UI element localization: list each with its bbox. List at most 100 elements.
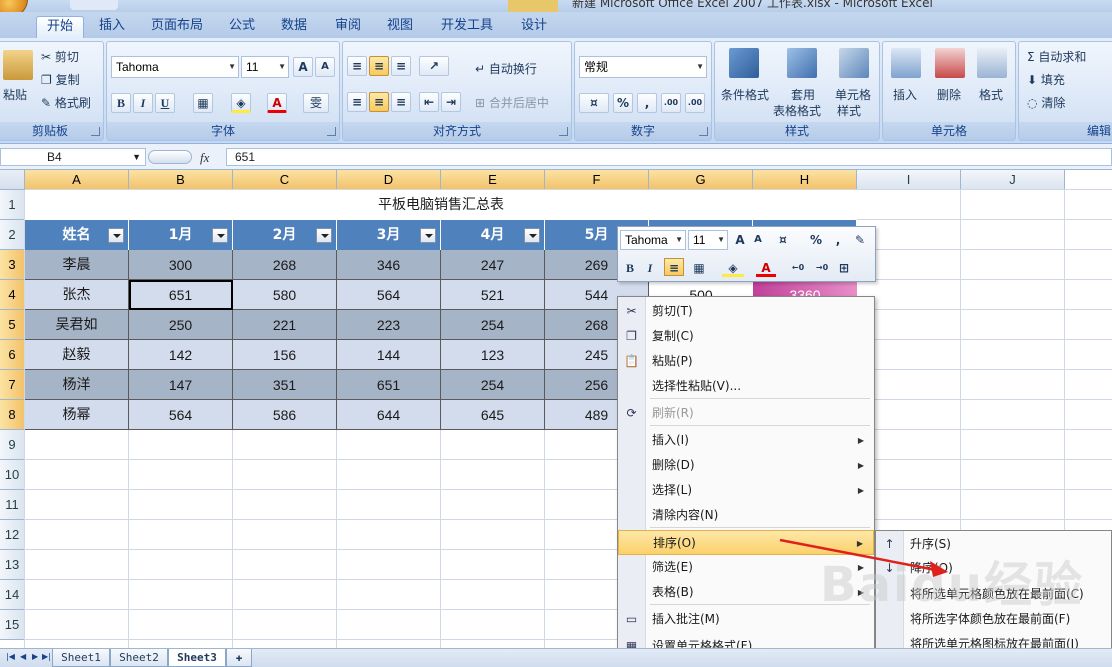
column-header-i[interactable]: I [857, 170, 961, 190]
mini-center-align-icon[interactable]: ≡ [664, 258, 684, 276]
row-header-7[interactable]: 7 [0, 370, 25, 400]
sheet-title-cell[interactable]: 平板电脑销售汇总表 [25, 190, 857, 220]
row-header-8[interactable]: 8 [0, 400, 25, 430]
name-cell[interactable]: 杨洋 [25, 370, 129, 400]
cell-styles-icon[interactable] [839, 48, 869, 78]
sheet-tab-2[interactable]: Sheet2 [110, 649, 168, 667]
value-cell[interactable]: 564 [129, 400, 233, 430]
mini-bold-button[interactable]: B [622, 259, 638, 277]
row-header-4[interactable]: 4 [0, 280, 25, 310]
prev-sheet-icon[interactable]: ◀ [20, 652, 26, 661]
format-cells-button[interactable]: 格式 [979, 86, 1003, 103]
shrink-font-button[interactable]: A [315, 57, 335, 77]
grow-font-button[interactable]: A [293, 57, 313, 77]
filter-dropdown-icon[interactable] [524, 228, 540, 243]
align-center-button[interactable]: ≡ [369, 92, 389, 112]
mini-shrink-font-icon[interactable]: A [750, 231, 766, 249]
table-format-icon[interactable] [787, 48, 817, 78]
mini-currency-icon[interactable]: ¤ [772, 231, 794, 249]
font-size-combo[interactable]: 11 ▼ [241, 56, 289, 78]
alignment-launcher[interactable] [559, 127, 568, 136]
insert-cells-button[interactable]: 插入 [893, 86, 917, 103]
mini-comma-button[interactable]: , [832, 231, 844, 249]
row-header-12[interactable]: 12 [0, 520, 25, 550]
value-cell[interactable]: 586 [233, 400, 337, 430]
table-header-cell[interactable]: 4月 [441, 220, 545, 250]
sort-submenu-item[interactable]: ↑ 升序(S) [876, 532, 1111, 557]
sort-submenu-item[interactable]: 将所选单元格颜色放在最前面(C) [876, 582, 1111, 607]
table-header-cell[interactable]: 姓名 [25, 220, 129, 250]
value-cell[interactable]: 221 [233, 310, 337, 340]
merge-center-button[interactable]: ⊞ 合并后居中 [475, 94, 549, 111]
filter-dropdown-icon[interactable] [420, 228, 436, 243]
context-menu-item[interactable]: 📋 粘贴(P) [618, 349, 874, 374]
mini-italic-button[interactable]: I [642, 259, 658, 277]
name-cell[interactable]: 吴君如 [25, 310, 129, 340]
column-header-b[interactable]: B [129, 170, 233, 190]
select-all-corner[interactable] [0, 170, 25, 190]
phonetic-button[interactable]: 雯 [303, 93, 329, 113]
context-menu-item[interactable]: ❐ 复制(C) [618, 324, 874, 349]
insert-sheet-icon[interactable]: ✚ [226, 649, 252, 667]
align-left-button[interactable]: ≡ [347, 92, 367, 112]
context-menu-item[interactable]: 清除内容(N) [618, 503, 874, 528]
align-middle-button[interactable]: ≡ [369, 56, 389, 76]
context-menu-item[interactable]: 筛选(E) ▶ [618, 555, 874, 580]
context-menu-item[interactable]: 表格(B) ▶ [618, 580, 874, 605]
font-name-combo[interactable]: Tahoma ▼ [111, 56, 239, 78]
fill-color-button[interactable]: ◈ [231, 93, 251, 113]
mini-increase-decimal-icon[interactable]: ←0 [788, 259, 808, 277]
value-cell[interactable]: 268 [233, 250, 337, 280]
context-menu-item[interactable]: ▭ 插入批注(M) [618, 607, 874, 632]
tab-formulas[interactable]: 公式 [220, 16, 264, 38]
table-header-cell[interactable]: 2月 [233, 220, 337, 250]
copy-button[interactable]: ❐ 复制 [41, 71, 80, 88]
value-cell[interactable]: 254 [441, 310, 545, 340]
next-sheet-icon[interactable]: ▶ [32, 652, 38, 661]
value-cell[interactable]: 300 [129, 250, 233, 280]
fill-button[interactable]: ⬇ 填充 [1027, 71, 1065, 88]
column-header-j[interactable]: J [961, 170, 1065, 190]
formula-input[interactable]: 651 [226, 148, 1112, 166]
row-header-10[interactable]: 10 [0, 460, 25, 490]
column-header-c[interactable]: C [233, 170, 337, 190]
value-cell[interactable]: 521 [441, 280, 545, 310]
mini-grow-font-icon[interactable]: A [732, 231, 748, 249]
value-cell[interactable]: 651 [337, 370, 441, 400]
borders-button[interactable]: ▦ [193, 93, 213, 113]
comma-button[interactable]: , [637, 93, 657, 113]
row-header-11[interactable]: 11 [0, 490, 25, 520]
decrease-indent-button[interactable]: ⇤ [419, 92, 439, 112]
tab-insert[interactable]: 插入 [90, 16, 134, 38]
sheet-tab-1[interactable]: Sheet1 [52, 649, 110, 667]
value-cell[interactable]: 651 [129, 280, 233, 310]
row-header-1[interactable]: 1 [0, 190, 25, 220]
mini-border-icon[interactable]: ▦ [688, 259, 710, 277]
autosum-button[interactable]: Σ 自动求和 [1027, 48, 1086, 65]
column-header-h[interactable]: H [753, 170, 857, 190]
quick-access-toolbar[interactable] [70, 0, 118, 10]
row-header-14[interactable]: 14 [0, 580, 25, 610]
tab-design[interactable]: 设计 [512, 16, 556, 38]
value-cell[interactable]: 346 [337, 250, 441, 280]
cell-styles-button-1[interactable]: 单元格 [835, 86, 871, 103]
cut-button[interactable]: ✂ 剪切 [41, 48, 79, 65]
mini-size-combo[interactable]: 11 ▼ [688, 230, 728, 250]
paste-icon[interactable] [3, 50, 33, 80]
mini-percent-button[interactable]: % [808, 231, 824, 249]
tab-review[interactable]: 审阅 [326, 16, 370, 38]
formula-bar-resize-handle[interactable] [148, 150, 192, 164]
value-cell[interactable]: 144 [337, 340, 441, 370]
format-cells-icon[interactable] [977, 48, 1007, 78]
table-header-cell[interactable]: 1月 [129, 220, 233, 250]
context-menu-item[interactable]: 排序(O) ▶ [618, 530, 874, 555]
context-menu-item[interactable]: 插入(I) ▶ [618, 428, 874, 453]
office-button[interactable] [0, 0, 28, 12]
decrease-decimal-button[interactable]: .00 [685, 93, 705, 113]
sheet-tab-3[interactable]: Sheet3 [168, 649, 226, 667]
sort-submenu-item[interactable]: ↓ 降序(O) [876, 556, 1111, 581]
name-cell[interactable]: 杨幂 [25, 400, 129, 430]
underline-button[interactable]: U [155, 93, 175, 113]
table-header-cell[interactable]: 3月 [337, 220, 441, 250]
mini-font-combo[interactable]: Tahoma ▼ [620, 230, 686, 250]
